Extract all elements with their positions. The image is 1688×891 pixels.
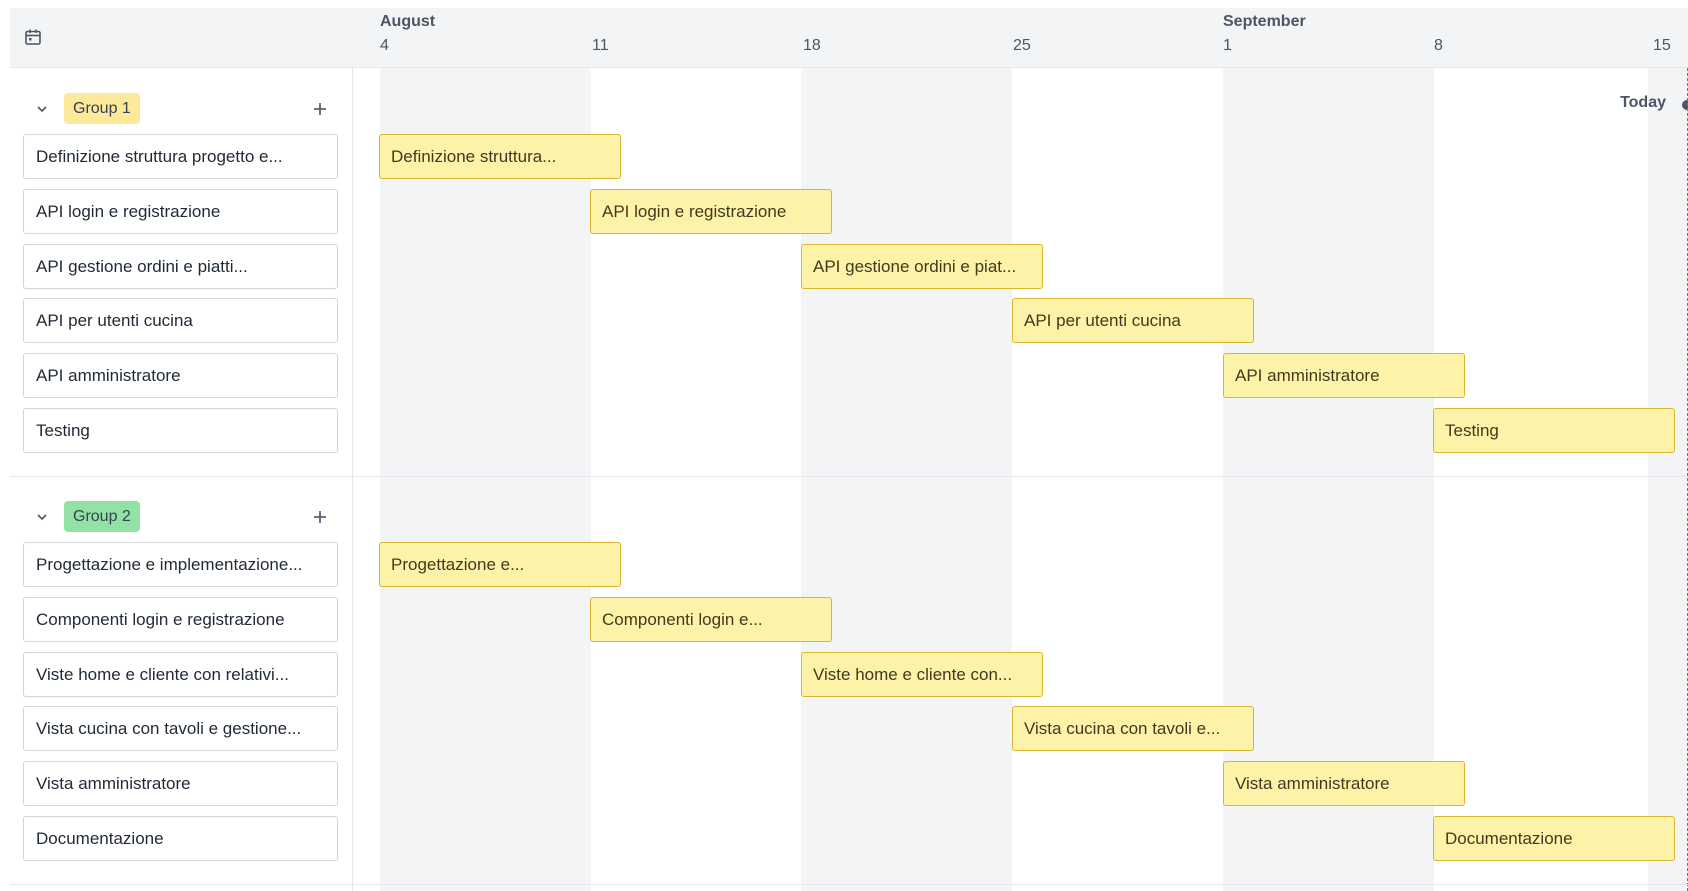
- chevron-down-icon[interactable]: [34, 101, 50, 117]
- task-bar[interactable]: API gestione ordini e piat...: [801, 244, 1043, 289]
- week-label: 18: [803, 37, 821, 54]
- task-bar[interactable]: Vista amministratore: [1223, 761, 1465, 806]
- task-item[interactable]: Viste home e cliente con relativi...: [23, 652, 338, 697]
- group-badge[interactable]: Group 1: [64, 93, 140, 124]
- timeline-grid: Today Definizione struttura... API login…: [353, 68, 1688, 891]
- week-band: [380, 68, 591, 891]
- week-label: 11: [592, 37, 609, 54]
- task-item[interactable]: API per utenti cucina: [23, 298, 338, 343]
- plus-icon[interactable]: [308, 97, 332, 121]
- task-item[interactable]: Vista cucina con tavoli e gestione...: [23, 706, 338, 751]
- group-separator: [10, 476, 1688, 477]
- month-label-august: August: [380, 13, 436, 30]
- task-item[interactable]: API gestione ordini e piatti...: [23, 244, 338, 289]
- task-bar[interactable]: Viste home e cliente con...: [801, 652, 1043, 697]
- group-separator: [10, 884, 1688, 885]
- group-header: Group 2: [10, 497, 353, 537]
- task-item[interactable]: API login e registrazione: [23, 189, 338, 234]
- task-item[interactable]: Definizione struttura progetto e...: [23, 134, 338, 179]
- week-band: [801, 68, 1012, 891]
- today-label: Today: [1620, 94, 1666, 111]
- week-label: 25: [1013, 37, 1031, 54]
- task-bar[interactable]: API amministratore: [1223, 353, 1465, 398]
- task-bar[interactable]: Definizione struttura...: [379, 134, 621, 179]
- task-bar[interactable]: Testing: [1433, 408, 1675, 453]
- task-bar[interactable]: Componenti login e...: [590, 597, 832, 642]
- month-label-september: September: [1223, 13, 1306, 30]
- task-item[interactable]: Progettazione e implementazione...: [23, 542, 338, 587]
- week-label: 1: [1223, 37, 1232, 54]
- task-bar[interactable]: Progettazione e...: [379, 542, 621, 587]
- week-band: [1648, 68, 1688, 891]
- task-item[interactable]: Documentazione: [23, 816, 338, 861]
- plus-icon[interactable]: [308, 505, 332, 529]
- task-list-panel: Group 1 Definizione struttura progetto e…: [10, 68, 353, 891]
- group-header: Group 1: [10, 89, 353, 129]
- calendar-icon[interactable]: [24, 28, 42, 46]
- task-item[interactable]: Componenti login e registrazione: [23, 597, 338, 642]
- chevron-down-icon[interactable]: [34, 509, 50, 525]
- week-label: 15: [1653, 37, 1671, 54]
- task-bar[interactable]: API login e registrazione: [590, 189, 832, 234]
- task-bar[interactable]: Vista cucina con tavoli e...: [1012, 706, 1254, 751]
- timeline-header: August September 4 11 18 25 1 8 15: [10, 8, 1688, 68]
- group-badge[interactable]: Group 2: [64, 501, 140, 532]
- week-label: 8: [1434, 37, 1443, 54]
- task-bar[interactable]: Documentazione: [1433, 816, 1675, 861]
- task-bar[interactable]: API per utenti cucina: [1012, 298, 1254, 343]
- task-item[interactable]: Testing: [23, 408, 338, 453]
- task-item[interactable]: API amministratore: [23, 353, 338, 398]
- week-label: 4: [380, 37, 389, 54]
- gantt-view: August September 4 11 18 25 1 8 15 Today…: [10, 8, 1688, 891]
- task-item[interactable]: Vista amministratore: [23, 761, 338, 806]
